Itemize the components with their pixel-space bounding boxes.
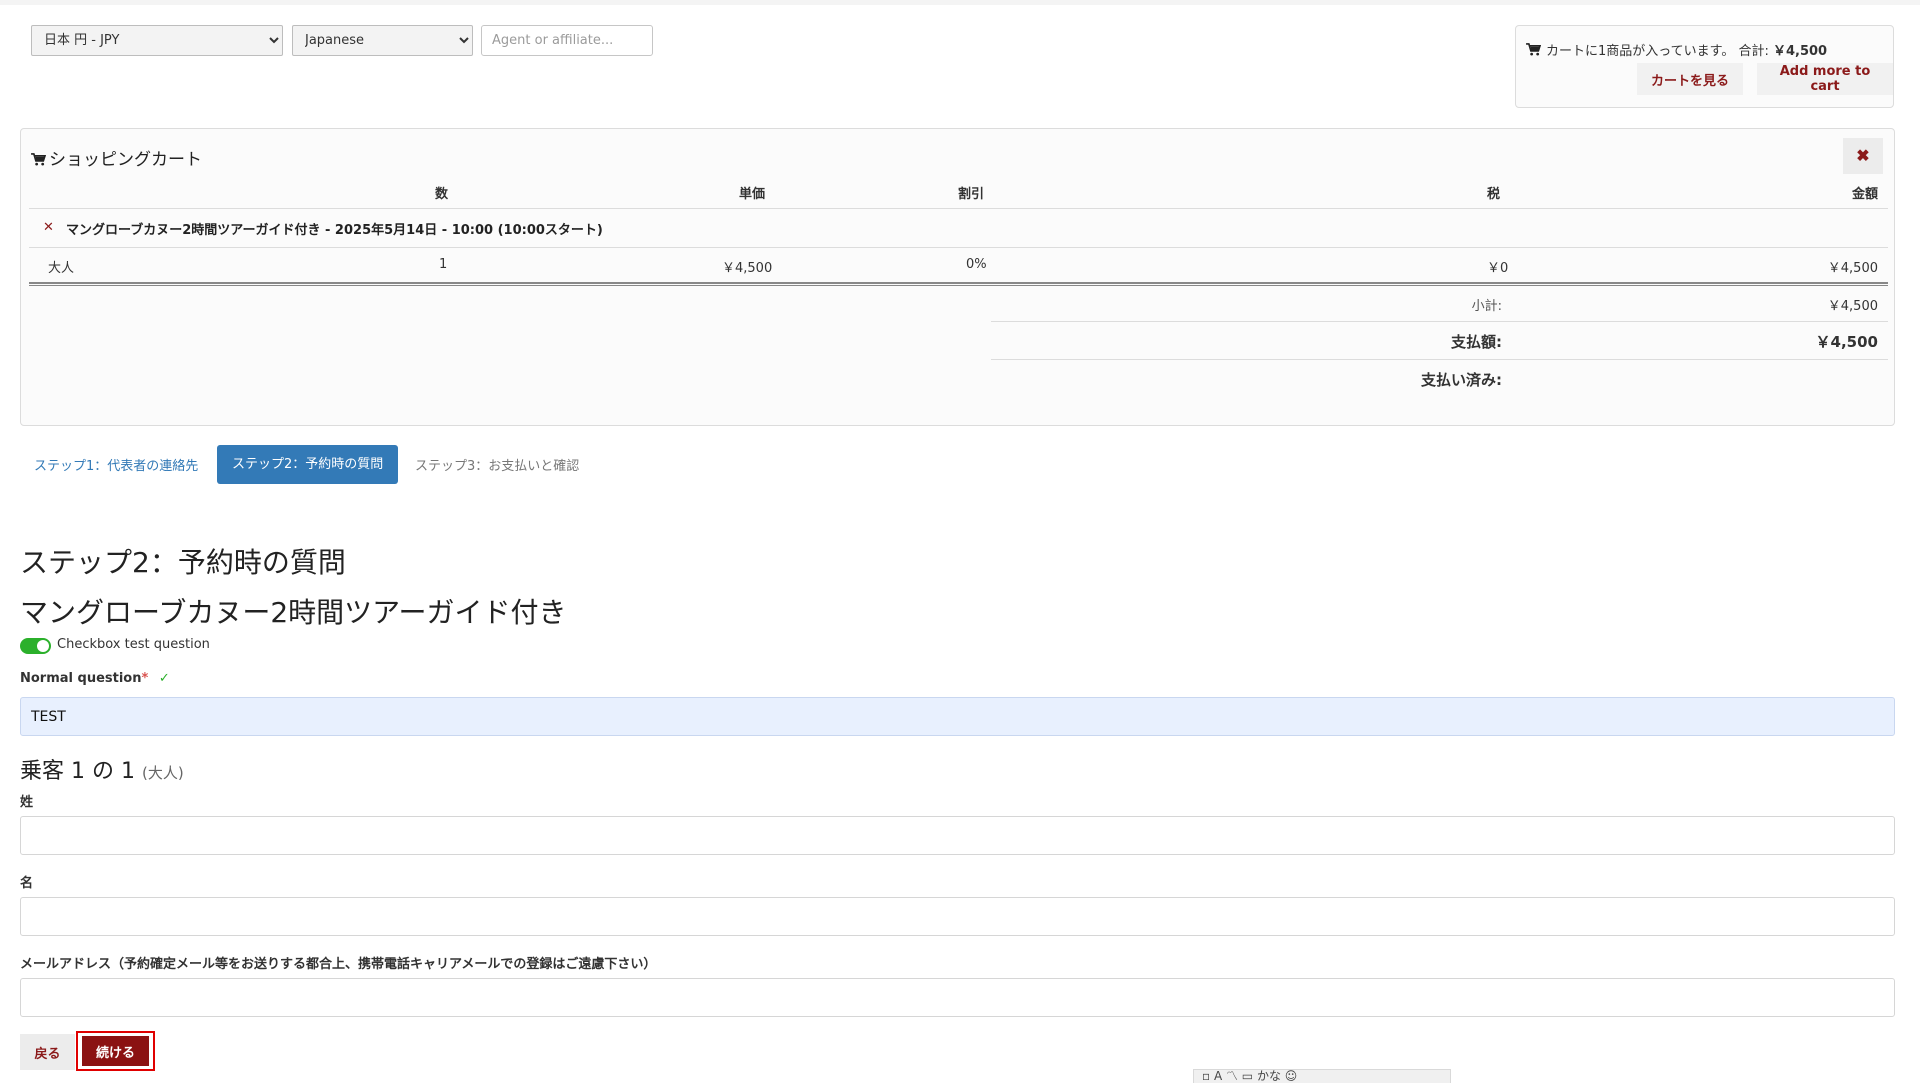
close-cart-button[interactable]: ✖: [1843, 138, 1883, 174]
close-icon: ✖: [1856, 148, 1870, 165]
cart-item-title: マングローブカヌー2時間ツアーガイド付き - 2025年5月14日 - 10:0…: [66, 223, 603, 238]
header-unit-price: 単価: [739, 187, 766, 202]
top-strip: [0, 0, 1920, 5]
continue-highlight: 続ける: [76, 1031, 155, 1071]
shopping-cart-panel: ショッピングカート ✖ 数 単価 割引 税 金額 ✕ マングローブカヌー2時間ツ…: [20, 128, 1895, 426]
language-select[interactable]: Japanese: [292, 25, 473, 56]
tab-step1[interactable]: ステップ1：代表者の連絡先: [34, 455, 198, 474]
last-name-label: 姓: [20, 795, 34, 810]
subtotal-value: ￥4,500: [1827, 299, 1878, 314]
row-tax: ￥0: [1487, 261, 1509, 276]
row-unit-price: ￥4,500: [722, 261, 773, 276]
payment-label: 支払額:: [1451, 333, 1502, 351]
continue-button[interactable]: 続ける: [82, 1036, 149, 1066]
tab-step3[interactable]: ステップ3：お支払いと確認: [415, 455, 579, 474]
row-amount: ￥4,500: [1827, 261, 1878, 276]
passenger-heading-text: 乗客 1 の 1: [20, 759, 135, 784]
checkbox-label: Checkbox test question: [57, 637, 210, 652]
first-name-label: 名: [20, 876, 34, 891]
header-divider: [29, 208, 1888, 209]
tour-heading: マングローブカヌー2時間ツアーガイド付き: [20, 596, 567, 629]
email-label: メールアドレス（予約確定メール等をお送りする都合上、携帯電話キャリアメールでの登…: [20, 957, 657, 972]
cart-summary-box: カートに1商品が入っています。 合計: ￥4,500 カートを見る Add mo…: [1515, 25, 1894, 108]
cart-summary-line: カートに1商品が入っています。 合計: ￥4,500: [1526, 40, 1827, 59]
passenger-heading: 乗客 1 の 1 (大人): [20, 753, 184, 785]
cart-title-text: ショッピングカート: [49, 150, 202, 170]
item-divider: [29, 247, 1888, 248]
payment-value: ￥4,500: [1815, 333, 1878, 351]
step-heading: ステップ2：予約時の質問: [20, 546, 346, 579]
ime-toolbar[interactable]: ▫ A 〽 ▭ かな ☺: [1193, 1069, 1451, 1083]
header-tax: 税: [1487, 187, 1501, 202]
normal-question-input[interactable]: [20, 697, 1895, 736]
cart-summary-total: ￥4,500: [1772, 44, 1828, 59]
first-name-input[interactable]: [20, 897, 1895, 936]
cart-summary-text: カートに1商品が入っています。 合計:: [1546, 44, 1769, 59]
subtotal-label: 小計:: [1471, 299, 1502, 314]
header-amount: 金額: [1851, 187, 1878, 202]
last-name-input[interactable]: [20, 816, 1895, 855]
totals-divider: [29, 282, 1888, 286]
passenger-type: (大人): [141, 764, 184, 782]
currency-select[interactable]: 日本 円 - JPY: [31, 25, 283, 56]
view-cart-button[interactable]: カートを見る: [1637, 63, 1744, 95]
affiliate-input[interactable]: [481, 25, 653, 56]
normal-question-label: Normal question* ✓: [20, 671, 170, 686]
normal-question-text: Normal question: [20, 671, 142, 686]
email-input[interactable]: [20, 978, 1895, 1017]
subtotal-divider: [991, 321, 1888, 322]
remove-item-icon[interactable]: ✕: [43, 220, 54, 235]
row-type: 大人: [48, 261, 75, 276]
row-discount: 0%: [966, 257, 987, 272]
add-more-to-cart-button[interactable]: Add more to cart: [1757, 63, 1893, 95]
header-qty: 数: [435, 187, 449, 202]
paid-label: 支払い済み:: [1421, 371, 1502, 389]
cart-panel-title: ショッピングカート: [31, 145, 202, 170]
required-mark: *: [141, 671, 149, 686]
back-button[interactable]: 戻る: [20, 1034, 75, 1070]
row-qty: 1: [439, 257, 448, 272]
payment-divider: [991, 359, 1888, 360]
ime-toolbar-text: ▫ A 〽 ▭ かな ☺: [1202, 1069, 1298, 1083]
tab-step2[interactable]: ステップ2：予約時の質問: [217, 445, 399, 484]
cart-icon: [31, 153, 47, 166]
valid-check-icon: ✓: [158, 671, 170, 686]
cart-icon: [1526, 43, 1542, 56]
header-discount: 割引: [958, 187, 985, 202]
checkbox-toggle[interactable]: [20, 638, 51, 654]
